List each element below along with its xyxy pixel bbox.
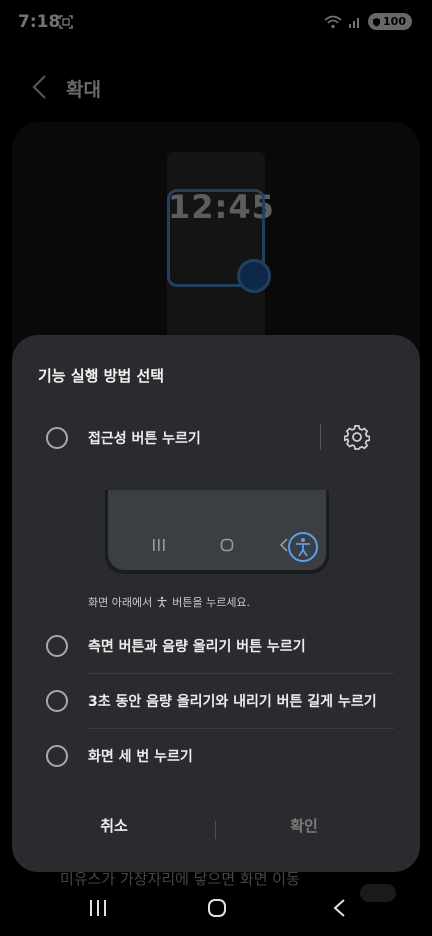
hint-text: 화면 아래에서 버튼을 누르세요. bbox=[88, 594, 250, 610]
option-label: 측면 버튼과 음량 올리기 버튼 누르기 bbox=[88, 639, 306, 655]
confirm-button[interactable]: 확인 bbox=[202, 815, 406, 836]
option-side-and-volume-up[interactable]: 측면 버튼과 음량 올리기 버튼 누르기 bbox=[12, 618, 420, 672]
screen-record-icon bbox=[59, 15, 73, 29]
hint-suffix: 버튼을 누르세요. bbox=[172, 596, 251, 609]
dialog-buttons: 취소 확인 bbox=[12, 815, 420, 845]
back-icon[interactable] bbox=[332, 898, 346, 918]
navigation-bar bbox=[0, 888, 432, 936]
battery-level: 100 bbox=[383, 15, 406, 28]
option-label: 3초 동안 음량 올리기와 내리기 버튼 길게 누르기 bbox=[88, 694, 377, 710]
radio-button[interactable] bbox=[46, 635, 68, 657]
accessibility-icon bbox=[157, 596, 167, 608]
status-icons: 100 bbox=[324, 13, 412, 30]
option-label: 화면 세 번 누르기 bbox=[88, 749, 193, 765]
hint-prefix: 화면 아래에서 bbox=[88, 596, 153, 609]
recents-icon bbox=[153, 539, 165, 551]
magnifier-handle bbox=[237, 259, 271, 293]
page-title: 확대 bbox=[66, 79, 101, 101]
recents-icon[interactable] bbox=[88, 898, 108, 918]
app-header: 확대 bbox=[0, 62, 432, 112]
home-icon[interactable] bbox=[207, 898, 227, 918]
accessibility-icon bbox=[296, 538, 310, 557]
shortcut-method-dialog: 기능 실행 방법 선택 접근성 버튼 누르기 화면 아래에서 버튼을 누르세요.… bbox=[12, 335, 420, 872]
accessibility-button-preview bbox=[288, 532, 318, 562]
option-hold-volume-buttons[interactable]: 3초 동안 음량 올리기와 내리기 버튼 길게 누르기 bbox=[12, 673, 420, 727]
radio-button[interactable] bbox=[46, 690, 68, 712]
status-bar: 7:18 100 bbox=[0, 0, 432, 46]
radio-button[interactable] bbox=[46, 745, 68, 767]
option-divider-vertical bbox=[320, 424, 321, 450]
wifi-icon bbox=[324, 15, 342, 28]
radio-button[interactable] bbox=[46, 427, 68, 449]
dialog-title: 기능 실행 방법 선택 bbox=[38, 367, 165, 385]
cancel-button[interactable]: 취소 bbox=[12, 815, 216, 836]
home-icon bbox=[220, 538, 234, 552]
status-time: 7:18 bbox=[18, 12, 61, 32]
option-triple-tap[interactable]: 화면 세 번 누르기 bbox=[12, 728, 420, 782]
gear-icon[interactable] bbox=[344, 424, 370, 450]
option-label: 접근성 버튼 누르기 bbox=[88, 431, 201, 447]
signal-icon bbox=[349, 17, 360, 28]
battery-icon: 100 bbox=[368, 13, 412, 30]
back-chevron-icon[interactable] bbox=[30, 74, 50, 100]
